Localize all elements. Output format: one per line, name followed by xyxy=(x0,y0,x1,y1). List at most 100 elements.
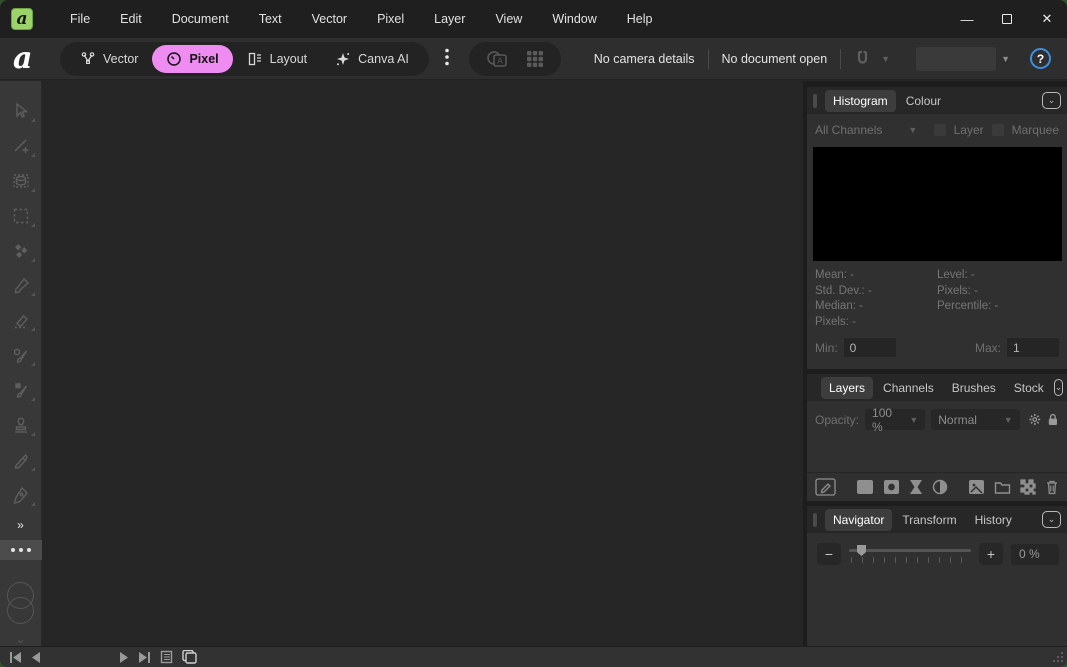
zoom-in-button[interactable]: + xyxy=(979,543,1003,565)
panel-drag-handle[interactable] xyxy=(813,93,817,108)
tab-histogram[interactable]: Histogram xyxy=(825,89,896,112)
layers-icon-bar: FX xyxy=(807,472,1067,501)
toolbar-overflow-menu-button[interactable] xyxy=(439,44,455,73)
navigator-tab-row: Navigator Transform History ⌄ xyxy=(807,506,1067,533)
snapping-chevron-icon[interactable]: ▼ xyxy=(881,54,890,64)
tab-colour[interactable]: Colour xyxy=(898,90,949,112)
pen-tool[interactable] xyxy=(0,478,42,513)
erase-brush-tool[interactable] xyxy=(0,303,42,338)
minimize-button[interactable]: — xyxy=(947,0,987,38)
camera-details-status: No camera details xyxy=(593,51,695,66)
measure-tool[interactable] xyxy=(0,129,42,164)
layers-collapse-button[interactable]: ⌄ xyxy=(1053,379,1064,396)
live-filter-icon[interactable] xyxy=(932,479,948,495)
opacity-dropdown[interactable]: 100 % ▼ xyxy=(865,406,926,434)
fill-colour-well[interactable] xyxy=(6,596,34,624)
histogram-tab-row: Histogram Colour ⌄ xyxy=(807,87,1067,114)
menu-help[interactable]: Help xyxy=(612,0,668,38)
menu-file[interactable]: File xyxy=(55,0,105,38)
tab-stock[interactable]: Stock xyxy=(1006,377,1052,399)
channels-dropdown[interactable]: All Channels ▼ xyxy=(815,123,917,137)
grid-gallery-icon[interactable] xyxy=(525,49,545,69)
persona-canva-ai-button[interactable]: Canva AI xyxy=(321,45,423,73)
min-input[interactable] xyxy=(843,338,896,357)
max-input[interactable] xyxy=(1007,338,1059,357)
menu-text[interactable]: Text xyxy=(244,0,297,38)
tab-brushes[interactable]: Brushes xyxy=(944,377,1004,399)
menu-pixel[interactable]: Pixel xyxy=(362,0,419,38)
zoom-slider-ticks xyxy=(851,557,969,563)
zoom-slider-thumb[interactable] xyxy=(857,545,866,556)
layer-effects-fx-icon[interactable]: FX xyxy=(856,479,874,495)
previous-page-button[interactable] xyxy=(31,651,40,663)
tab-layers[interactable]: Layers xyxy=(821,376,874,399)
layers-list-empty[interactable] xyxy=(807,436,1067,472)
zoom-value-field[interactable]: 0 % xyxy=(1011,543,1059,565)
menu-view[interactable]: View xyxy=(480,0,537,38)
lock-icon[interactable] xyxy=(1047,412,1059,427)
colour-selector-wells[interactable] xyxy=(4,581,38,629)
next-page-button[interactable] xyxy=(120,651,129,663)
close-button[interactable]: ✕ xyxy=(1027,0,1067,38)
last-page-button[interactable] xyxy=(138,651,151,663)
window-resize-grip[interactable] xyxy=(1052,651,1064,663)
panel-drag-handle[interactable] xyxy=(813,512,817,527)
new-layer-icon[interactable] xyxy=(1020,479,1036,495)
navigator-zoom-row: − + 0 % xyxy=(807,533,1067,569)
marquee-select-tool[interactable] xyxy=(0,199,42,234)
zoom-slider[interactable] xyxy=(849,543,971,565)
zoom-slider-track[interactable] xyxy=(849,549,971,552)
opacity-label: Opacity: xyxy=(815,412,860,427)
tab-channels[interactable]: Channels xyxy=(875,377,942,399)
tab-transform[interactable]: Transform xyxy=(894,509,964,531)
persona-pixel-button[interactable]: Pixel xyxy=(152,44,233,73)
menu-edit[interactable]: Edit xyxy=(105,0,157,38)
navigator-collapse-button[interactable]: ⌄ xyxy=(1042,511,1061,528)
edit-all-layers-icon[interactable] xyxy=(815,478,836,496)
persona-layout-button[interactable]: Layout xyxy=(233,45,322,73)
menu-document[interactable]: Document xyxy=(157,0,244,38)
first-page-button[interactable] xyxy=(9,651,22,663)
help-button[interactable]: ? xyxy=(1030,48,1051,69)
tab-navigator[interactable]: Navigator xyxy=(825,508,893,531)
smudge-tool[interactable] xyxy=(0,443,42,478)
colour-replacement-brush-tool[interactable] xyxy=(0,373,42,408)
mask-layer-icon[interactable] xyxy=(883,479,900,495)
single-page-view-icon[interactable] xyxy=(160,650,173,664)
document-canvas[interactable] xyxy=(43,81,803,646)
move-tool[interactable] xyxy=(0,94,42,129)
all-pages-view-icon[interactable] xyxy=(182,650,197,664)
blend-options-gear-icon[interactable] xyxy=(1028,412,1042,427)
preset-chevron-icon[interactable]: ▼ xyxy=(1001,54,1010,64)
blend-mode-dropdown[interactable]: Normal ▼ xyxy=(931,409,1020,430)
snapping-magnet-icon[interactable] xyxy=(854,50,871,67)
maximize-button[interactable] xyxy=(987,0,1027,38)
layer-checkbox[interactable] xyxy=(933,124,946,136)
persona-vector-button[interactable]: Vector xyxy=(66,45,152,73)
delete-layer-trash-icon[interactable] xyxy=(1045,479,1059,495)
persona-layout-label: Layout xyxy=(269,51,308,66)
clone-stamp-tool[interactable] xyxy=(0,408,42,443)
toolbox-more-button[interactable] xyxy=(0,540,42,560)
menu-vector[interactable]: Vector xyxy=(297,0,362,38)
style-preview-icon[interactable]: A xyxy=(485,49,511,69)
swap-colours-icon[interactable]: ⌄ xyxy=(15,632,25,646)
toolbox-expand-button[interactable]: » xyxy=(17,513,24,536)
mesh-warp-tool[interactable] xyxy=(0,164,42,199)
menu-layer[interactable]: Layer xyxy=(419,0,480,38)
opacity-value: 100 % xyxy=(872,405,893,434)
histogram-collapse-button[interactable]: ⌄ xyxy=(1042,92,1061,109)
new-group-icon[interactable] xyxy=(994,479,1011,495)
histogram-minmax-row: Min: Max: xyxy=(807,330,1067,367)
document-preset-dropdown[interactable] xyxy=(916,46,997,71)
menu-window[interactable]: Window xyxy=(537,0,611,38)
zoom-out-button[interactable]: − xyxy=(817,543,841,565)
marquee-checkbox[interactable] xyxy=(991,124,1004,136)
app-window: a File Edit Document Text Vector Pixel L… xyxy=(0,0,1067,667)
flood-select-tool[interactable] xyxy=(0,234,42,269)
adjustment-layer-icon[interactable] xyxy=(909,479,923,495)
paint-brush-tool[interactable] xyxy=(0,269,42,304)
selection-brush-tool[interactable] xyxy=(0,338,42,373)
new-pixel-layer-icon[interactable] xyxy=(968,479,985,495)
tab-history[interactable]: History xyxy=(967,509,1020,531)
